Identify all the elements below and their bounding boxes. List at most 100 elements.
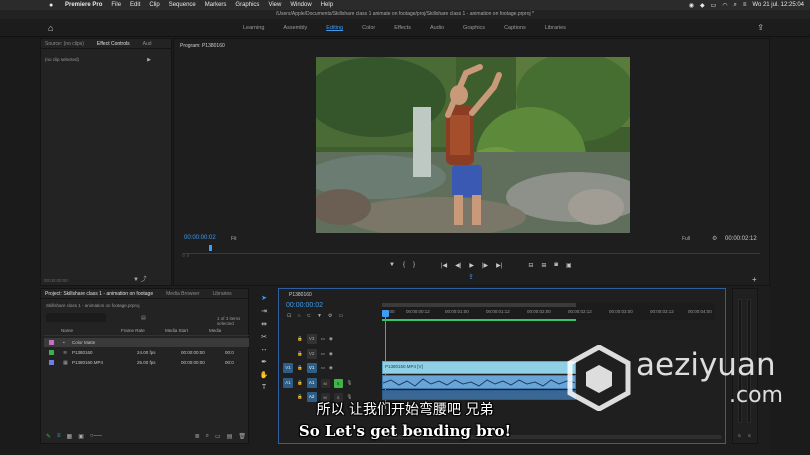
sync-icon[interactable]: ▭	[321, 336, 325, 342]
control-center-icon[interactable]: ≡	[743, 2, 747, 8]
go-to-out-icon[interactable]: ▶|	[496, 262, 502, 269]
lock-icon[interactable]: 🔒	[297, 380, 303, 386]
program-scrubber[interactable]	[182, 246, 760, 254]
lock-icon[interactable]: 🔒	[297, 365, 303, 371]
eye-icon[interactable]: ◉	[329, 365, 333, 371]
expand-arrow-icon[interactable]: ▶	[147, 57, 151, 63]
type-tool-icon[interactable]: T	[262, 384, 266, 391]
captions-icon[interactable]: ▭	[338, 313, 343, 319]
resolution-select[interactable]: Full	[682, 236, 690, 242]
solo-button[interactable]: S	[333, 378, 343, 388]
extract-icon[interactable]: ⊞	[541, 262, 546, 269]
nest-icon[interactable]: ⊡	[287, 313, 291, 319]
track-name[interactable]: A1	[306, 378, 317, 388]
in-out-markers[interactable]: ○ ○	[182, 253, 189, 259]
search-icon[interactable]: ⌕	[734, 2, 737, 9]
sync-icon[interactable]: ▭	[321, 351, 325, 357]
record-icon[interactable]: ◉	[689, 2, 694, 9]
col-media-start[interactable]: Media Start	[165, 328, 209, 333]
share-icon[interactable]: ⇪	[757, 23, 764, 32]
list-item[interactable]: ▪ Color Matte	[44, 338, 249, 347]
mic-icon[interactable]: 🎙	[347, 380, 353, 386]
tab-effect-controls[interactable]: Effect Controls	[97, 41, 130, 47]
wrench-settings-icon[interactable]: ⚙	[328, 313, 332, 319]
menu-app[interactable]: Premiere Pro	[65, 2, 102, 8]
tab-editing[interactable]: Editing	[326, 25, 343, 31]
tab-captions[interactable]: Captions	[504, 25, 526, 31]
lock-icon[interactable]: 🔒	[297, 336, 303, 342]
new-bin-icon[interactable]: ▤	[141, 315, 146, 321]
col-name[interactable]: Name	[56, 328, 121, 333]
pen-tool-icon[interactable]: ✒	[261, 358, 267, 366]
track-name[interactable]: V2	[306, 349, 317, 359]
snap-icon[interactable]: ∩	[297, 313, 301, 319]
lock-icon[interactable]: 🔒	[297, 351, 303, 357]
eye-icon[interactable]: ◉	[329, 351, 333, 357]
export-frame-icon[interactable]: ⇪	[468, 273, 474, 281]
sequence-tab[interactable]: P1380160	[289, 292, 312, 298]
tab-graphics[interactable]: Graphics	[463, 25, 485, 31]
tab-media-browser[interactable]: Media Browser	[166, 291, 199, 297]
track-name[interactable]: V1	[306, 363, 317, 373]
mute-button[interactable]: M	[320, 378, 330, 388]
source-patch-v1[interactable]: V1	[283, 363, 293, 373]
col-media[interactable]: Media	[209, 328, 229, 333]
go-to-in-icon[interactable]: |◀	[441, 262, 447, 269]
menu-edit[interactable]: Edit	[130, 2, 140, 8]
source-patch-a1[interactable]: A1	[283, 378, 293, 388]
ripple-edit-icon[interactable]: ⇹	[261, 320, 267, 328]
timeline-timecode[interactable]: 00:00:00:02	[286, 302, 323, 309]
home-icon[interactable]: ⌂	[48, 23, 58, 33]
menu-graphics[interactable]: Graphics	[235, 2, 259, 8]
play-icon[interactable]: ▶	[469, 262, 474, 269]
mark-out-icon[interactable]: }	[413, 262, 415, 269]
menu-markers[interactable]: Markers	[205, 2, 227, 8]
project-search-input[interactable]	[46, 313, 106, 322]
tab-audio[interactable]: Audio	[430, 25, 444, 31]
tab-project[interactable]: Project: Skillshare class 1 - animation …	[45, 291, 153, 297]
time-ruler[interactable]: :00:00 00:00:00:12 00:00:01:00 00:00:01:…	[382, 303, 715, 321]
step-forward-icon[interactable]: |▶	[482, 262, 488, 269]
dropbox-icon[interactable]: ◆	[700, 2, 705, 9]
tab-audio-mixer[interactable]: Aud	[143, 41, 152, 47]
wifi-icon[interactable]: ◠	[722, 2, 727, 9]
selection-tool-icon[interactable]: ➤	[261, 294, 267, 302]
program-playhead[interactable]	[209, 245, 212, 251]
lift-icon[interactable]: ⊟	[528, 262, 533, 269]
add-button-icon[interactable]: +	[752, 275, 757, 284]
filter-icon[interactable]: ▼ ⤴	[133, 274, 147, 283]
tab-learning[interactable]: Learning	[243, 25, 264, 31]
slip-tool-icon[interactable]: ↔	[261, 346, 268, 353]
program-timecode[interactable]: 00:00:00:02	[184, 235, 216, 241]
col-frame-rate[interactable]: Frame Rate	[121, 328, 165, 333]
mark-in-icon[interactable]: {	[403, 262, 405, 269]
battery-icon[interactable]: ▭	[711, 2, 717, 9]
audio-clip[interactable]	[382, 375, 576, 389]
list-item[interactable]: ▦ P1380160.MP4 25.00 fps 00:00:00:00 00:…	[44, 358, 249, 367]
tab-libraries[interactable]: Libraries	[545, 25, 566, 31]
video-clip[interactable]: P1380160.MP4 [V]	[382, 361, 576, 374]
button-editor-icon[interactable]: ▣	[566, 262, 572, 269]
razor-icon[interactable]: ✂	[261, 333, 267, 341]
tab-source[interactable]: Source: (no clips)	[45, 41, 84, 47]
menu-file[interactable]: File	[111, 2, 121, 8]
work-area-bar[interactable]	[382, 303, 576, 307]
clock[interactable]: Wo 21 jul. 12:25:04	[752, 2, 804, 8]
menu-help[interactable]: Help	[321, 2, 333, 8]
menu-window[interactable]: Window	[290, 2, 311, 8]
camera-icon[interactable]: ◙	[554, 262, 558, 269]
tab-libraries[interactable]: Libraries	[212, 291, 231, 297]
tab-effects[interactable]: Effects	[394, 25, 411, 31]
tab-color[interactable]: Color	[362, 25, 375, 31]
menu-sequence[interactable]: Sequence	[169, 2, 196, 8]
eye-icon[interactable]: ◉	[329, 336, 333, 342]
step-back-icon[interactable]: ◀|	[455, 262, 461, 269]
add-marker-icon[interactable]: ▼	[389, 262, 395, 269]
track-select-icon[interactable]: ⇥	[261, 307, 267, 315]
marker-icon[interactable]: ▼	[317, 313, 322, 319]
hand-tool-icon[interactable]: ✋	[260, 371, 269, 379]
linked-icon[interactable]: ⊂	[307, 313, 311, 319]
tab-assembly[interactable]: Assembly	[283, 25, 307, 31]
sync-icon[interactable]: ▭	[321, 365, 325, 371]
wrench-icon[interactable]: ⚙	[712, 235, 717, 242]
